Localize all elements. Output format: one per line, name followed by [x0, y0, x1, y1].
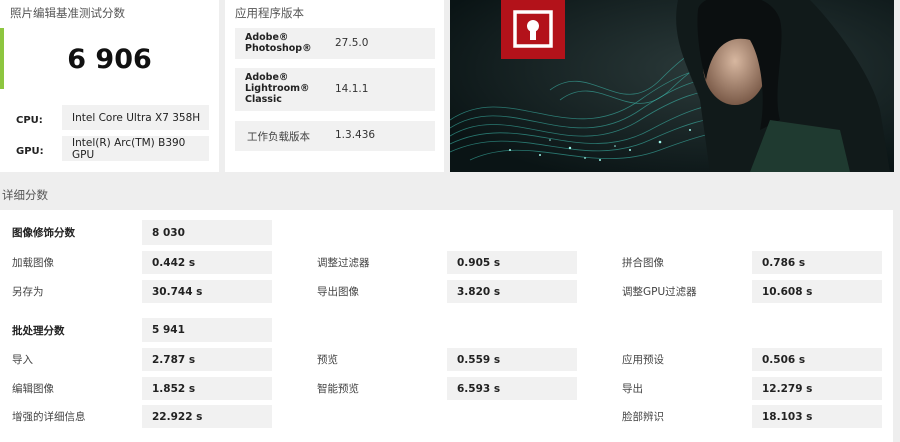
metric-flatten-image-label: 拼合图像 [622, 257, 664, 269]
metric-export-value: 12.279 s [752, 377, 882, 400]
metric-load-image-label: 加载图像 [12, 257, 54, 269]
app-version-card: 应用程序版本 Adobe® Photoshop® 27.5.0 Adobe® L… [225, 0, 444, 172]
adobe-lightroom-logo-icon [501, 0, 565, 59]
metric-import-label: 导入 [12, 354, 33, 366]
metric-adjust-filter-value: 0.905 s [447, 251, 577, 274]
cpu-label: CPU: [16, 114, 43, 126]
photoshop-version: 27.5.0 [335, 37, 369, 49]
version-row-workload: 工作负载版本 1.3.436 [235, 121, 435, 151]
metric-save-as-label: 另存为 [12, 286, 44, 298]
details-section-title: 详细分数 [2, 188, 48, 202]
lightroom-name-line2: Lightroom® [245, 83, 310, 94]
metric-gpu-filter-label: 调整GPU过滤器 [622, 286, 697, 298]
metric-apply-preset-value: 0.506 s [752, 348, 882, 371]
metric-face-recognition-label: 脸部辨识 [622, 411, 664, 423]
cpu-value: Intel Core Ultra X7 358H [62, 105, 209, 130]
metric-gpu-filter-value: 10.608 s [752, 280, 882, 303]
metric-smart-preview-label: 智能预览 [317, 383, 359, 395]
lightroom-version: 14.1.1 [335, 83, 369, 95]
version-row-photoshop: Adobe® Photoshop® 27.5.0 [235, 28, 435, 59]
gpu-label: GPU: [16, 145, 44, 157]
version-row-lightroom: Adobe® Lightroom® Classic 14.1.1 [235, 68, 435, 111]
metric-adjust-filter-label: 调整过滤器 [317, 257, 370, 269]
gpu-value: Intel(R) Arc(TM) B390 GPU [62, 136, 209, 161]
batch-score-value: 5 941 [142, 318, 272, 342]
metric-enhanced-details-label: 增强的详细信息 [12, 411, 86, 423]
metric-face-recognition-value: 18.103 s [752, 405, 882, 428]
score-card: 照片编辑基准测试分数 6 906 CPU: Intel Core Ultra X… [0, 0, 219, 172]
metric-enhanced-details-value: 22.922 s [142, 405, 272, 428]
retouch-score-label: 图像修饰分数 [12, 227, 75, 239]
lightroom-name: Adobe® Lightroom® Classic [245, 72, 310, 105]
metric-import-value: 2.787 s [142, 348, 272, 371]
metric-export-label: 导出 [622, 383, 643, 395]
lightroom-name-line1: Adobe® [245, 72, 289, 83]
details-card: 图像修饰分数 8 030 加载图像 0.442 s 调整过滤器 0.905 s … [0, 210, 893, 442]
workload-version: 1.3.436 [335, 129, 376, 141]
hero-image [450, 0, 894, 172]
photoshop-name-line1: Adobe® [245, 32, 289, 43]
metric-preview-value: 0.559 s [447, 348, 577, 371]
metric-export-image-label: 导出图像 [317, 286, 359, 298]
metric-edit-image-label: 编辑图像 [12, 383, 54, 395]
metric-save-as-value: 30.744 s [142, 280, 272, 303]
metric-edit-image-value: 1.852 s [142, 377, 272, 400]
metric-smart-preview-value: 6.593 s [447, 377, 577, 400]
metric-load-image-value: 0.442 s [142, 251, 272, 274]
batch-score-label: 批处理分数 [12, 324, 65, 337]
score-card-title: 照片编辑基准测试分数 [10, 6, 125, 20]
photoshop-name-line2: Photoshop® [245, 43, 312, 54]
workload-name: 工作负载版本 [247, 131, 310, 143]
metric-preview-label: 预览 [317, 354, 338, 366]
metric-export-image-value: 3.820 s [447, 280, 577, 303]
metric-flatten-image-value: 0.786 s [752, 251, 882, 274]
app-version-title: 应用程序版本 [235, 6, 304, 20]
retouch-score-value: 8 030 [142, 220, 272, 245]
overall-score: 6 906 [67, 44, 152, 75]
photoshop-name: Adobe® Photoshop® [245, 32, 312, 54]
lightroom-name-line3: Classic [245, 94, 282, 105]
metric-apply-preset-label: 应用预设 [622, 354, 664, 366]
